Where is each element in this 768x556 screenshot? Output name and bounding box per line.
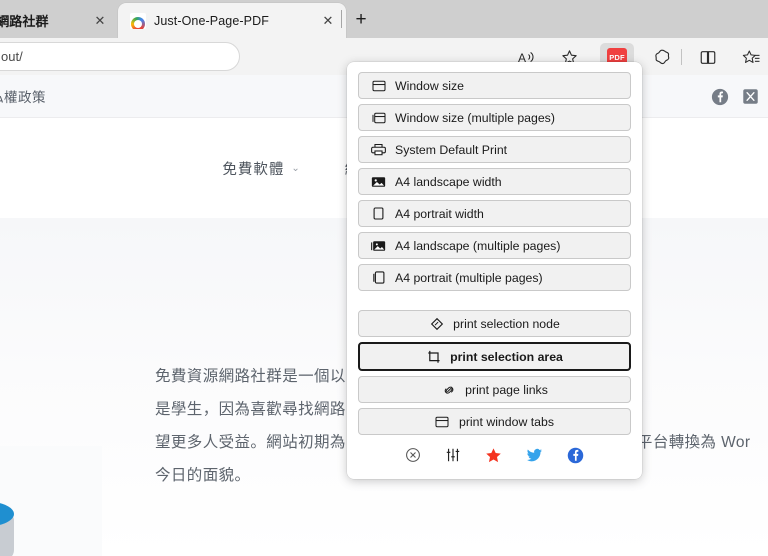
menu-item-label: A4 portrait (multiple pages) (395, 270, 543, 285)
twitter-bird-icon[interactable] (526, 448, 543, 463)
nav-item-free-software[interactable]: 免費軟體 ⌄ (222, 158, 300, 179)
collections-icon[interactable] (738, 44, 764, 70)
link-icon (441, 382, 456, 397)
menu-item-window-size[interactable]: Window size (358, 72, 631, 99)
tab-close-icon[interactable]: ✕ (90, 11, 110, 31)
social-links (710, 87, 760, 106)
tab-title: Just-One-Page-PDF (154, 13, 269, 28)
rainbow-arc-favicon-icon (130, 12, 146, 29)
toolbar-separator (681, 49, 682, 65)
tab-close-icon[interactable]: ✕ (318, 11, 338, 31)
menu-divider (358, 296, 631, 310)
browser-window: 資源網路社群 ✕ Just-One-Page-PDF ✕ + out/ A (0, 0, 768, 556)
chevron-down-icon: ⌄ (291, 162, 301, 174)
menu-item-label: A4 landscape width (395, 174, 502, 189)
tab-strip: 資源網路社群 ✕ Just-One-Page-PDF ✕ + (0, 0, 768, 38)
page-portrait-icon (371, 206, 386, 221)
action-print-selection-area[interactable]: print selection area (358, 342, 631, 371)
menu-item-label: A4 landscape (multiple pages) (395, 238, 561, 253)
browser-tab-active[interactable]: Just-One-Page-PDF ✕ (118, 3, 346, 38)
window-icon (371, 78, 386, 93)
hero-illustration (0, 446, 102, 556)
menu-item-a4-portrait-multiple[interactable]: A4 portrait (multiple pages) (358, 264, 631, 291)
menu-item-a4-portrait-width[interactable]: A4 portrait width (358, 200, 631, 227)
image-landscape-icon (371, 174, 386, 189)
menu-item-a4-landscape-multiple[interactable]: A4 landscape (multiple pages) (358, 232, 631, 259)
menu-item-system-default-print[interactable]: System Default Print (358, 136, 631, 163)
facebook-icon[interactable] (710, 87, 729, 106)
action-print-page-links[interactable]: print page links (358, 376, 631, 403)
pages-portrait-stacked-icon (371, 270, 386, 285)
action-label: print page links (465, 382, 548, 397)
privacy-policy-link[interactable]: 私權政策 (0, 86, 46, 106)
tab-title: 資源網路社群 (0, 14, 49, 29)
rate-star-icon[interactable] (485, 447, 502, 464)
new-tab-button[interactable]: + (348, 8, 374, 32)
menu-item-label: Window size (395, 78, 465, 93)
action-label: print selection area (450, 349, 563, 364)
nav-label: 免費軟體 (222, 161, 285, 178)
action-print-window-tabs[interactable]: print window tabs (358, 408, 631, 435)
browser-tab-inactive[interactable]: 資源網路社群 ✕ (0, 3, 118, 38)
menu-item-a4-landscape-width[interactable]: A4 landscape width (358, 168, 631, 195)
node-diamond-icon (429, 316, 444, 331)
printer-icon (371, 142, 386, 157)
action-label: print selection node (453, 316, 560, 331)
x-twitter-icon[interactable] (741, 87, 760, 106)
close-circle-icon[interactable] (405, 447, 421, 463)
menu-item-label: A4 portrait width (395, 206, 484, 221)
window-tabs-icon (435, 414, 450, 429)
facebook-icon[interactable] (567, 447, 584, 464)
action-print-selection-node[interactable]: print selection node (358, 310, 631, 337)
address-bar-url: out/ (1, 49, 23, 64)
windows-stacked-icon (371, 110, 386, 125)
action-label: print window tabs (458, 414, 554, 429)
illustration-cylinder (0, 501, 14, 556)
crop-area-icon (426, 349, 441, 364)
tab-separator (341, 10, 342, 28)
address-bar[interactable]: out/ (0, 42, 240, 71)
pdf-extension-dropdown: Window size Window size (multiple pages) (347, 62, 642, 479)
menu-item-window-size-multiple[interactable]: Window size (multiple pages) (358, 104, 631, 131)
extension-footer-actions (358, 440, 631, 470)
copilot-icon[interactable] (649, 44, 675, 70)
split-screen-icon[interactable] (695, 44, 721, 70)
image-landscape-stacked-icon (371, 238, 386, 253)
menu-item-label: System Default Print (395, 142, 508, 157)
settings-sliders-icon[interactable] (445, 447, 461, 463)
menu-item-label: Window size (multiple pages) (395, 110, 555, 125)
